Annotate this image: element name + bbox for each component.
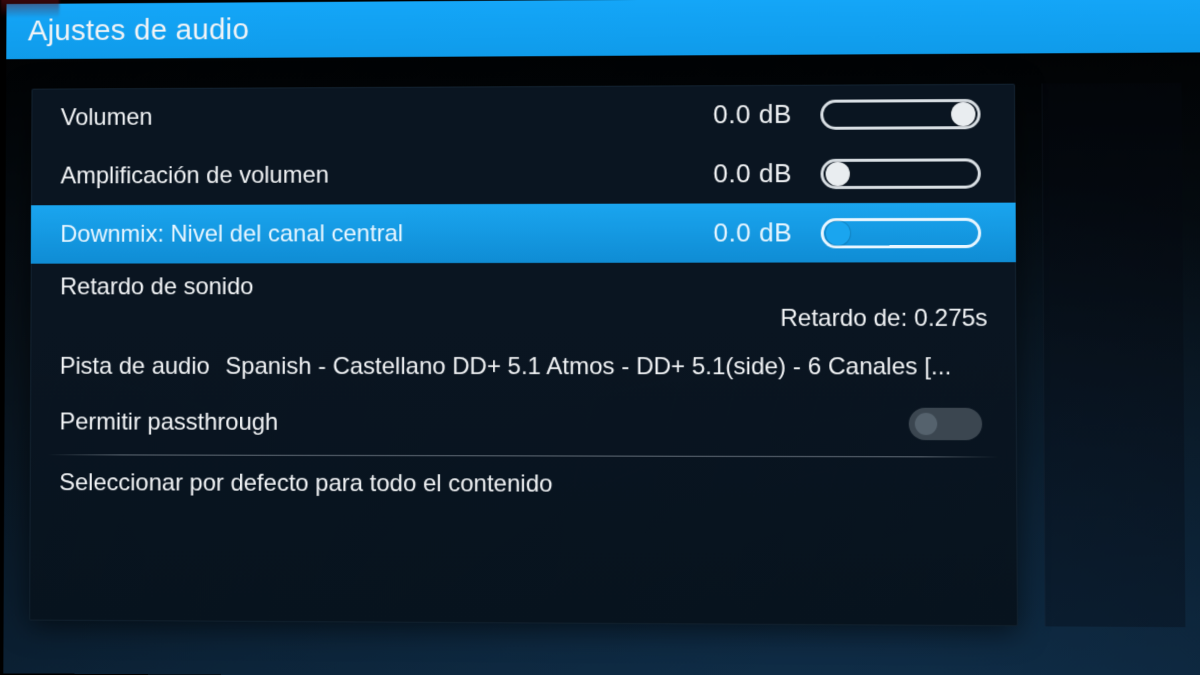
side-column <box>1041 83 1185 627</box>
row-downmix-center[interactable]: Downmix: Nivel del canal central 0.0 dB <box>31 203 1016 264</box>
window-header: Ajustes de audio <box>6 0 1200 59</box>
toggle-passthrough[interactable] <box>909 408 983 441</box>
value-volume-amplification: 0.0 dB <box>713 158 792 189</box>
value-downmix-center: 0.0 dB <box>713 217 792 248</box>
label-set-default: Seleccionar por defecto para todo el con… <box>59 469 552 498</box>
bg-red-accent <box>1 0 60 18</box>
row-audio-track[interactable]: Pista de audio Spanish - Castellano DD+ … <box>30 343 1016 394</box>
row-audio-delay[interactable]: Retardo de sonido <box>31 262 1017 311</box>
label-downmix-center: Downmix: Nivel del canal central <box>60 220 403 249</box>
settings-panel: Volumen 0.0 dB Amplificación de volumen … <box>29 84 1018 627</box>
label-audio-delay: Retardo de sonido <box>60 273 253 301</box>
page-title: Ajustes de audio <box>28 13 249 48</box>
slider-thumb-icon <box>951 101 976 125</box>
slider-volume-amplification[interactable] <box>820 158 980 189</box>
row-set-default[interactable]: Seleccionar por defecto para todo el con… <box>30 455 1018 514</box>
toggle-knob-icon <box>915 413 938 435</box>
slider-thumb-icon <box>825 161 849 185</box>
label-volume: Volumen <box>61 103 153 131</box>
row-volume-amplification[interactable]: Amplificación de volumen 0.0 dB <box>31 143 1015 205</box>
slider-downmix-center[interactable] <box>821 217 982 248</box>
row-passthrough[interactable]: Permitir passthrough <box>30 393 1017 455</box>
value-volume: 0.0 dB <box>713 99 792 130</box>
value-audio-track: Spanish - Castellano DD+ 5.1 Atmos - DD+… <box>225 353 985 382</box>
label-audio-track: Pista de audio <box>60 353 210 381</box>
slider-volume[interactable] <box>820 98 980 129</box>
label-passthrough: Permitir passthrough <box>59 409 278 437</box>
row-volume[interactable]: Volumen 0.0 dB <box>31 84 1015 147</box>
slider-thumb-icon <box>826 221 850 245</box>
label-volume-amplification: Amplificación de volumen <box>61 161 329 190</box>
